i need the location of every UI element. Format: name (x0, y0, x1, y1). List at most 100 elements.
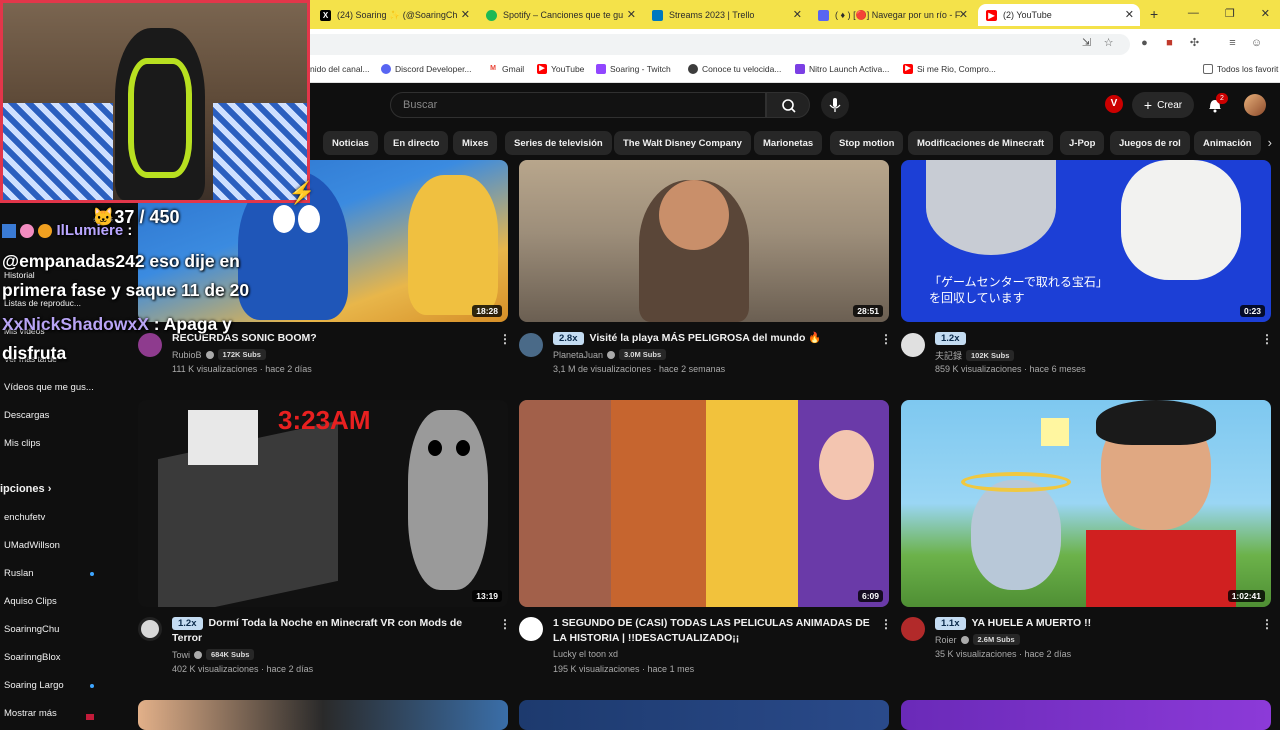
app-icon (818, 9, 829, 21)
video-thumbnail[interactable]: 6:09 (519, 400, 889, 607)
sidebar-item-clips[interactable]: Mis clips (4, 438, 40, 449)
chip[interactable]: Marionetas (754, 131, 823, 155)
profile-icon[interactable]: ☺ (1250, 37, 1263, 50)
chip[interactable]: The Walt Disney Company (614, 131, 751, 155)
sidebar-sub-item[interactable]: SoarinngBlox (4, 652, 61, 663)
channel-avatar[interactable] (519, 333, 543, 357)
sidebar-sub-item[interactable]: Aquiso Clips (4, 596, 57, 607)
channel-name[interactable]: RubioB 172K Subs (172, 349, 266, 360)
channel-name[interactable]: Roier 2.6M Subs (935, 634, 1020, 645)
video-title[interactable]: 1.2x Dormí Toda la Noche en Minecraft VR … (172, 616, 482, 646)
spotify-icon (486, 9, 497, 21)
omnibox[interactable] (300, 34, 1130, 55)
close-icon[interactable]: ✕ (1125, 8, 1134, 21)
chat-message: primera fase y saque 11 de 20 (2, 280, 250, 300)
bookmark-item[interactable]: nido del canal... (310, 64, 370, 74)
chip[interactable]: Animación (1194, 131, 1261, 155)
bookmark-folder[interactable]: Todos los favorit (1203, 64, 1278, 74)
sidebar-sub-item[interactable]: Soaring Largo (4, 680, 64, 691)
media-icon[interactable]: ≡ (1226, 37, 1239, 50)
more-options-icon[interactable]: ⋮ (1261, 332, 1273, 346)
chip[interactable]: Series de televisión (505, 131, 612, 155)
avatar[interactable] (1244, 94, 1266, 116)
close-window-icon[interactable]: ✕ (1261, 7, 1270, 20)
tab-river[interactable]: ( ♦ ) [🔴] Navegar por un río - F ✕ (818, 4, 968, 26)
channel-name[interactable]: 夫記録 102K Subs (935, 349, 1015, 362)
video-thumbnail[interactable]: 3:23AM 13:19 (138, 400, 508, 607)
bookmark-item[interactable]: Discord Developer... (381, 64, 472, 74)
channel-avatar[interactable] (138, 333, 162, 357)
more-options-icon[interactable]: ⋮ (1261, 617, 1273, 631)
bookmark-item[interactable]: ▶ YouTube (537, 64, 584, 74)
create-button[interactable]: + Crear (1132, 92, 1194, 118)
channel-avatar[interactable] (519, 617, 543, 641)
vpn-badge-icon[interactable]: V (1105, 95, 1123, 113)
voice-search-button[interactable] (821, 91, 849, 119)
close-icon[interactable]: ✕ (959, 8, 968, 21)
channel-avatar-default-icon[interactable] (901, 333, 925, 357)
tab-trello[interactable]: Streams 2023 | Trello ✕ (652, 4, 802, 26)
close-icon[interactable]: ✕ (627, 8, 636, 21)
more-options-icon[interactable]: ⋮ (499, 332, 511, 346)
channel-name[interactable]: Lucky el toon xd (553, 649, 618, 659)
bookmark-item[interactable]: ▶ Si me Rio, Compro... (903, 64, 996, 74)
sidebar-item-liked[interactable]: Vídeos que me gus... (4, 382, 94, 393)
thumbnail-art (1121, 160, 1241, 280)
extension-icon[interactable]: ■ (1163, 37, 1176, 50)
channel-name[interactable]: PlanetaJuan 3.0M Subs (553, 349, 667, 360)
channel-name[interactable]: Towi 684K Subs (172, 649, 255, 660)
bookmark-item[interactable]: M Gmail (488, 64, 524, 74)
sidebar-sub-item[interactable]: Ruslan (4, 568, 34, 579)
chip[interactable]: Juegos de rol (1110, 131, 1190, 155)
more-options-icon[interactable]: ⋮ (880, 332, 892, 346)
chip[interactable]: Modificaciones de Minecraft (908, 131, 1054, 155)
search-input[interactable]: Buscar (390, 92, 766, 118)
video-meta: 859 K visualizaciones · hace 6 meses (935, 364, 1086, 374)
channel-avatar[interactable] (138, 617, 162, 641)
video-title[interactable]: 1.2x (935, 331, 1245, 346)
chip[interactable]: J-Pop (1060, 131, 1105, 155)
chip[interactable]: En directo (384, 131, 449, 155)
puzzle-icon[interactable]: ✣ (1188, 37, 1201, 50)
tab-twitter[interactable]: X (24) Soaring ✨ (@SoaringCh ✕ (320, 4, 470, 26)
video-title[interactable]: 1.1x YA HUELE A MUERTO !! (935, 616, 1245, 631)
new-tab-icon[interactable]: + (1150, 6, 1158, 22)
chevron-right-icon[interactable]: › (1268, 135, 1272, 150)
sidebar-item-downloads[interactable]: Descargas (4, 410, 49, 421)
video-title[interactable]: 2.8x Visité la playa MÁS PELIGROSA del mu… (553, 331, 873, 346)
video-title[interactable]: 1 SEGUNDO DE (CASI) TODAS LAS PELICULAS … (553, 616, 873, 646)
chip[interactable]: Mixes (453, 131, 498, 155)
sidebar-sub-item[interactable]: enchufetv (4, 512, 45, 523)
more-options-icon[interactable]: ⋮ (499, 617, 511, 631)
tab-spotify[interactable]: Spotify – Canciones que te gu ✕ (486, 4, 636, 26)
video-duration: 6:09 (857, 590, 883, 602)
tab-youtube[interactable]: ▶ (2) YouTube ✕ (978, 4, 1140, 26)
show-more-button[interactable]: Mostrar más (4, 708, 57, 719)
bookmark-item[interactable]: Conoce tu velocida... (688, 64, 781, 74)
video-thumbnail[interactable]: 28:51 (519, 160, 889, 322)
maximize-icon[interactable]: ❐ (1225, 7, 1235, 20)
subscriptions-header[interactable]: ipciones › (0, 483, 51, 495)
video-thumbnail[interactable]: 「ゲームセンターで取れる宝石」 を回収しています 0:23 (901, 160, 1271, 322)
video-thumbnail[interactable] (138, 700, 508, 730)
bookmark-star-icon[interactable]: ☆ (1102, 37, 1115, 50)
new-content-dot (90, 572, 94, 576)
close-icon[interactable]: ✕ (461, 8, 470, 21)
chip[interactable]: Stop motion (830, 131, 904, 155)
channel-avatar[interactable] (901, 617, 925, 641)
video-thumbnail[interactable] (901, 700, 1271, 730)
more-options-icon[interactable]: ⋮ (880, 617, 892, 631)
minimize-icon[interactable]: — (1188, 7, 1199, 20)
close-icon[interactable]: ✕ (793, 8, 802, 21)
video-thumbnail[interactable] (519, 700, 889, 730)
bookmark-item[interactable]: Nitro Launch Activa... (795, 64, 889, 74)
install-icon[interactable]: ⇲ (1080, 37, 1093, 50)
sidebar-sub-item[interactable]: SoarinngChu (4, 624, 59, 635)
chip[interactable]: Noticias (323, 131, 378, 155)
search-button[interactable] (766, 92, 810, 118)
video-thumbnail[interactable]: 1:02:41 (901, 400, 1271, 607)
sidebar-sub-item[interactable]: UMadWillson (4, 540, 60, 551)
bookmark-item[interactable]: Soaring - Twitch (596, 64, 671, 74)
thumbnail-art (428, 440, 442, 456)
extension-icon[interactable]: ● (1138, 37, 1151, 50)
